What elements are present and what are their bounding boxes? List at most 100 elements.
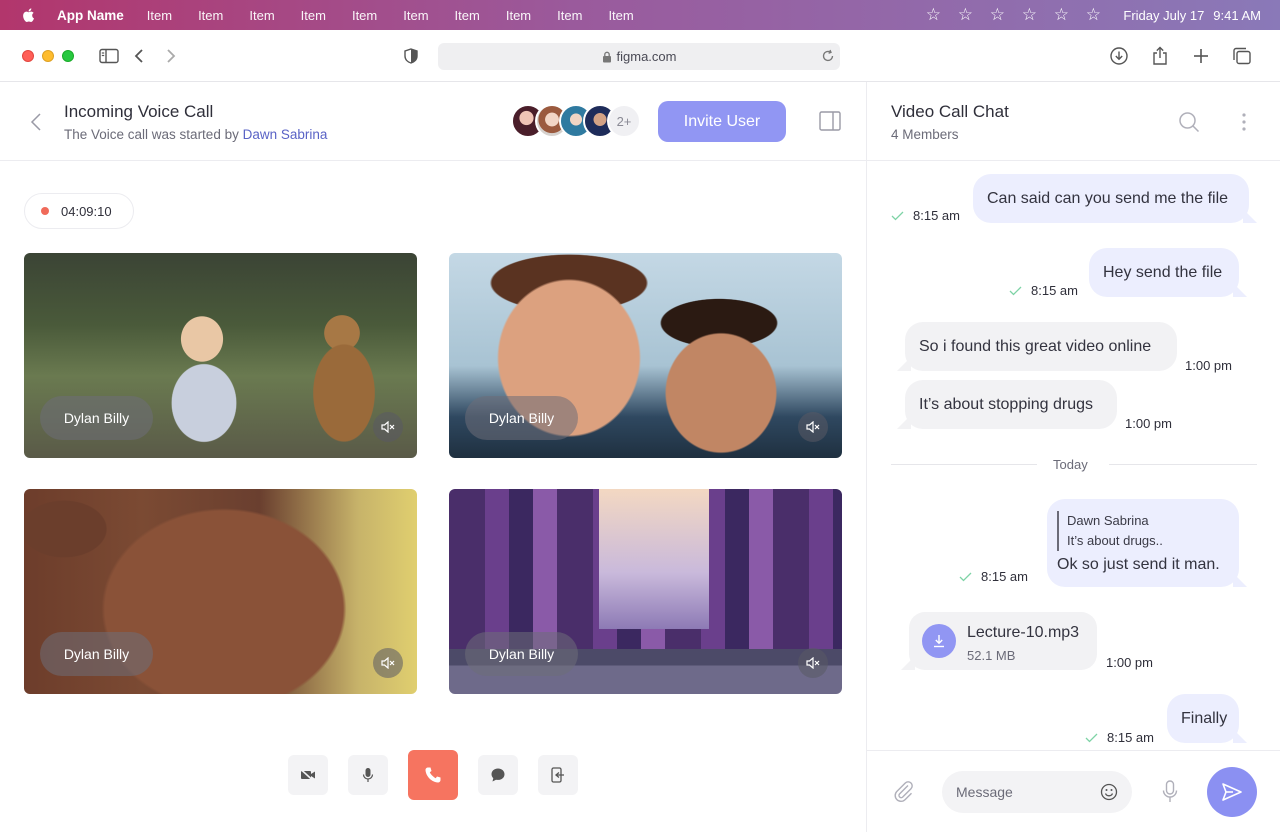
zoom-window-button[interactable]	[62, 50, 74, 62]
star-icon[interactable]: ☆	[1013, 0, 1045, 30]
chat-message-reply[interactable]: Dawn Sabrina It’s about drugs.. Ok so ju…	[1047, 499, 1247, 587]
emoji-icon[interactable]	[1099, 782, 1119, 802]
chat-message-outgoing[interactable]: Finally	[1167, 694, 1247, 743]
chevron-left-icon[interactable]	[27, 112, 47, 132]
call-timer: 04:09:10	[24, 193, 134, 229]
file-size: 52.1 MB	[967, 648, 1016, 663]
call-title: Incoming Voice Call	[64, 102, 214, 121]
message-meta: 8:15 am	[959, 569, 1028, 584]
chat-message-outgoing[interactable]: Hey send the file	[1089, 248, 1247, 297]
camera-off-button[interactable]	[288, 755, 328, 795]
menu-item[interactable]: Item	[557, 8, 582, 23]
close-window-button[interactable]	[22, 50, 34, 62]
address-bar[interactable]: figma.com	[438, 43, 840, 70]
reload-icon[interactable]	[821, 49, 835, 66]
menubar-date[interactable]: Friday July 17	[1123, 8, 1204, 23]
chat-title: Video Call Chat	[891, 102, 1009, 121]
lock-icon	[602, 51, 612, 63]
invite-user-button[interactable]: Invite User	[658, 101, 786, 142]
microphone-icon[interactable]	[1160, 779, 1180, 805]
chat-header: Video Call Chat 4 Members	[867, 82, 1280, 161]
app-name-menu[interactable]: App Name	[57, 8, 124, 23]
menu-item[interactable]: Item	[147, 8, 172, 23]
menu-item[interactable]: Item	[249, 8, 274, 23]
send-button[interactable]	[1207, 767, 1257, 817]
message-meta: 8:15 am	[1085, 730, 1154, 745]
participant-name-badge: Dylan Billy	[40, 396, 153, 440]
divider-line	[1109, 464, 1257, 465]
menu-item[interactable]: Item	[198, 8, 223, 23]
chat-message-incoming[interactable]: It’s about stopping drugs	[897, 380, 1117, 429]
chat-button[interactable]	[478, 755, 518, 795]
video-tile[interactable]: Dylan Billy	[449, 489, 842, 694]
star-icon[interactable]: ☆	[981, 0, 1013, 30]
star-icon[interactable]: ☆	[949, 0, 981, 30]
leave-call-button[interactable]	[538, 755, 578, 795]
menu-bar: App Name Item Item Item Item Item Item I…	[0, 0, 1280, 30]
tabs-overview-icon[interactable]	[1231, 45, 1253, 67]
chat-pane: Video Call Chat 4 Members Can said can y…	[866, 82, 1280, 832]
send-icon	[1222, 783, 1242, 801]
sidebar-icon[interactable]	[98, 45, 120, 67]
minimize-window-button[interactable]	[42, 50, 54, 62]
back-icon[interactable]	[128, 45, 150, 67]
menu-item[interactable]: Item	[301, 8, 326, 23]
message-text: Finally	[1181, 709, 1228, 727]
browser-toolbar: figma.com	[0, 30, 1280, 82]
menu-item[interactable]: Item	[403, 8, 428, 23]
file-name: Lecture-10.mp3	[967, 624, 1080, 641]
mute-icon[interactable]	[798, 412, 828, 442]
message-text: Can said can you send me the file	[987, 189, 1229, 207]
message-time: 8:15 am	[1031, 283, 1078, 298]
check-icon	[959, 572, 973, 582]
star-icon[interactable]: ☆	[1045, 0, 1077, 30]
menu-item[interactable]: Item	[352, 8, 377, 23]
menu-item[interactable]: Item	[506, 8, 531, 23]
call-pane: Incoming Voice Call The Voice call was s…	[0, 82, 866, 832]
message-text: It’s about stopping drugs	[919, 395, 1094, 413]
mute-icon[interactable]	[798, 648, 828, 678]
download-icon[interactable]	[922, 624, 956, 658]
end-call-button[interactable]	[408, 750, 458, 800]
video-tile[interactable]: Dylan Billy	[24, 253, 417, 458]
video-background	[599, 489, 709, 629]
microphone-button[interactable]	[348, 755, 388, 795]
search-icon[interactable]	[1178, 111, 1200, 133]
message-time: 1:00 pm	[1106, 655, 1153, 670]
new-tab-icon[interactable]	[1190, 45, 1212, 67]
more-participants-badge[interactable]: 2+	[607, 104, 641, 138]
chat-message-outgoing[interactable]: Can said can you send me the file	[973, 174, 1257, 223]
participant-avatars[interactable]: 2+	[511, 104, 641, 138]
call-subtitle-text: The Voice call was started by	[64, 127, 239, 142]
message-text: Ok so just send it man.	[1057, 556, 1220, 573]
apple-logo-icon[interactable]	[21, 7, 37, 23]
participant-name-badge: Dylan Billy	[40, 632, 153, 676]
quoted-author: Dawn Sabrina	[1067, 513, 1149, 528]
mute-icon[interactable]	[373, 648, 403, 678]
menu-item[interactable]: Item	[455, 8, 480, 23]
menubar-time[interactable]: 9:41 AM	[1213, 8, 1261, 23]
call-timer-value: 04:09:10	[61, 203, 112, 219]
chat-message-incoming[interactable]: So i found this great video online	[897, 322, 1177, 371]
file-attachment-message[interactable]: Lecture-10.mp3 52.1 MB	[901, 612, 1097, 670]
forward-icon[interactable]	[160, 45, 182, 67]
message-text: So i found this great video online	[919, 337, 1152, 355]
paperclip-icon[interactable]	[891, 779, 915, 803]
message-composer	[867, 750, 1280, 832]
video-tile[interactable]: Dylan Billy	[24, 489, 417, 694]
call-header: Incoming Voice Call The Voice call was s…	[0, 82, 866, 161]
menu-item[interactable]: Item	[608, 8, 633, 23]
call-starter-link[interactable]: Dawn Sabrina	[243, 127, 328, 142]
more-vertical-icon[interactable]	[1239, 112, 1249, 132]
quoted-message: Dawn Sabrina It’s about drugs..	[1057, 511, 1163, 551]
quoted-text: It’s about drugs..	[1067, 533, 1163, 548]
video-tile[interactable]: Dylan Billy	[449, 253, 842, 458]
star-icon[interactable]: ☆	[1077, 0, 1109, 30]
star-icon[interactable]: ☆	[917, 0, 949, 30]
side-panel-icon[interactable]	[819, 111, 841, 131]
mute-icon[interactable]	[373, 412, 403, 442]
check-icon	[1085, 733, 1099, 743]
share-icon[interactable]	[1149, 45, 1171, 67]
shield-icon[interactable]	[400, 45, 422, 67]
download-icon[interactable]	[1108, 45, 1130, 67]
